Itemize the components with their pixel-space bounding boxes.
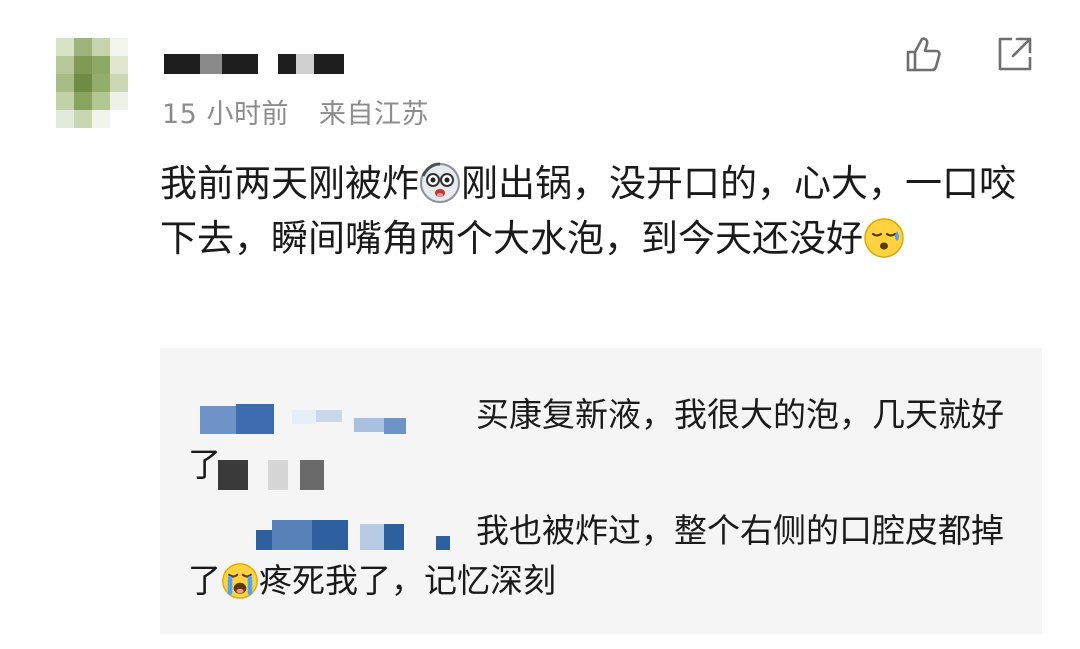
reply-username-redacted[interactable] xyxy=(188,516,458,550)
crying-face-emoji-icon xyxy=(222,563,258,599)
comment-text-part1: 我前两天刚被炸 xyxy=(160,162,419,205)
username-redacted[interactable] xyxy=(164,54,344,74)
reply-item[interactable]: 我也被炸过，整个右侧的口腔皮都掉了 疼死我了，记忆深刻 xyxy=(188,506,1008,606)
reply-item[interactable]: 买康复新液，我很大的泡，几天就好了 xyxy=(188,390,1008,490)
post-location: 来自江苏 xyxy=(318,99,429,130)
reply-username-redacted[interactable] xyxy=(188,400,458,434)
post-meta: 15 小时前 来自江苏 xyxy=(162,92,429,131)
reply-text-part-b: 疼死我了，记忆深刻 xyxy=(259,561,556,600)
dizzy-face-emoji-icon xyxy=(420,162,460,203)
sweat-face-emoji-icon xyxy=(864,218,904,258)
post-time: 15 小时前 xyxy=(162,99,289,130)
share-icon[interactable] xyxy=(995,34,1035,74)
replies-panel: 买康复新液，我很大的泡，几天就好了 我也被炸过，整个右侧的口腔皮都掉了 疼死我了… xyxy=(160,348,1042,634)
thumbs-up-icon[interactable] xyxy=(904,34,944,74)
avatar[interactable] xyxy=(56,38,128,128)
comment-body: 我前两天刚被炸 刚出锅，没开口的，心大，一口咬下去，瞬间嘴角两个大水泡，到今天还… xyxy=(160,156,1020,266)
reply-redaction-block xyxy=(218,460,348,490)
